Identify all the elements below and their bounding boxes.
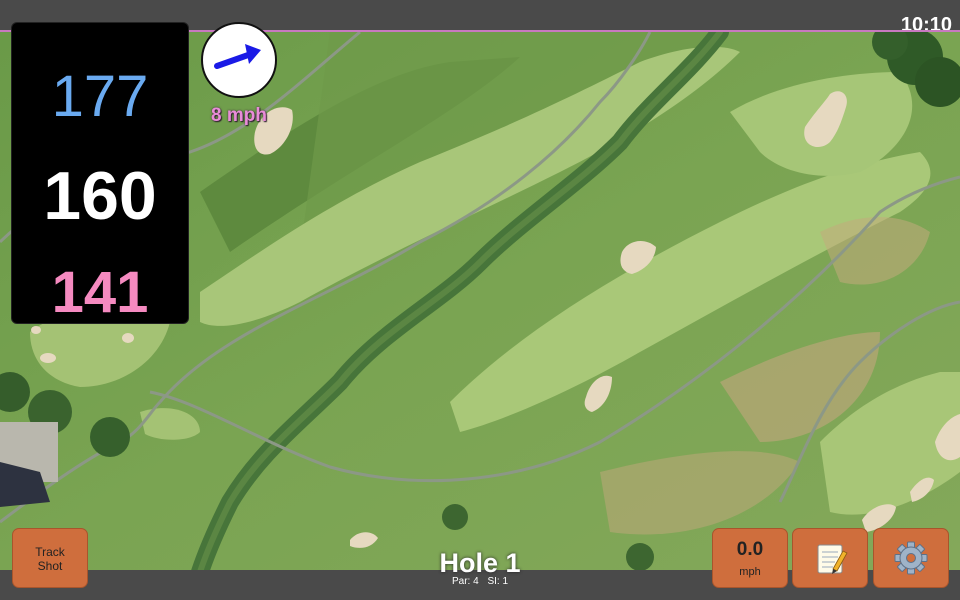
- distance-panel: 177 160 141: [11, 22, 189, 325]
- settings-button[interactable]: [873, 528, 949, 588]
- track-shot-button[interactable]: Track Shot: [12, 528, 88, 588]
- speed-unit: mph: [739, 566, 761, 578]
- back-distance: 177: [51, 64, 149, 129]
- speed-value: 0.0: [736, 539, 764, 560]
- hole-si: SI: 1: [487, 576, 509, 587]
- arrow-right-icon: [214, 44, 261, 69]
- middle-distance: 160: [43, 158, 157, 234]
- wind-dial: [201, 22, 277, 98]
- notes-button[interactable]: [792, 528, 868, 588]
- front-distance: 141: [51, 260, 149, 325]
- speed-button[interactable]: 0.0 mph: [712, 528, 788, 588]
- hole-par: Par: 4: [451, 576, 479, 587]
- track-shot-label-line1: Track: [35, 545, 65, 559]
- track-shot-label-line2: Shot: [37, 559, 63, 573]
- wind-speed: 8 mph: [211, 105, 267, 126]
- gear-icon: [894, 541, 928, 575]
- notepad-icon: [817, 544, 848, 574]
- hole-title: Hole 1: [439, 548, 521, 578]
- hole-meta: Par: 4 SI: 1: [380, 576, 580, 587]
